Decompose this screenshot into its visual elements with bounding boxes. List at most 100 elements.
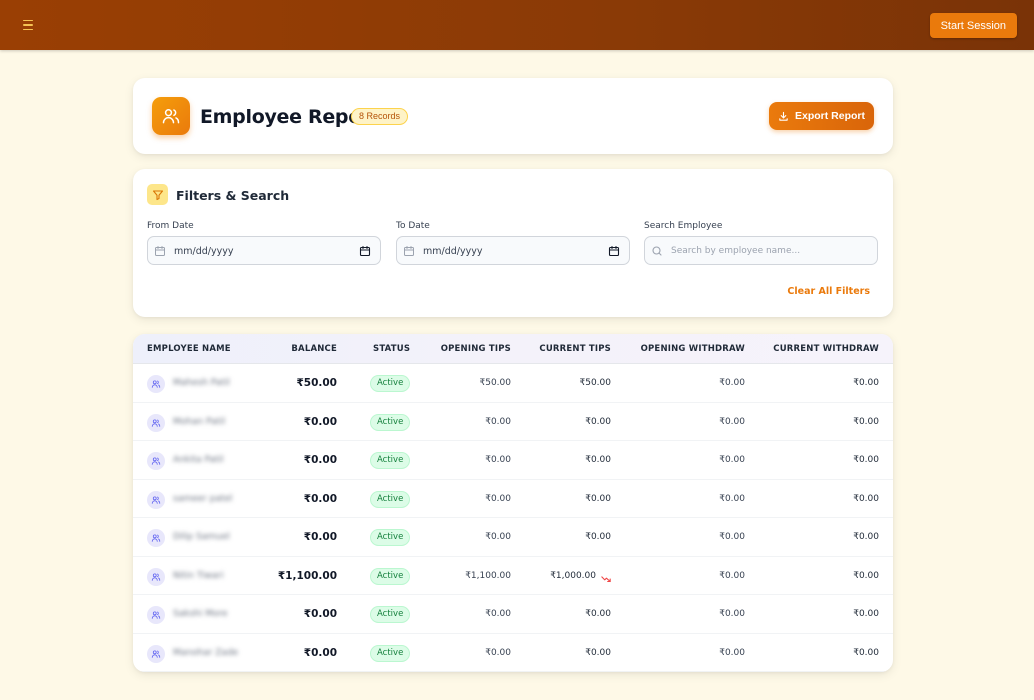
records-count-badge: 8 Records (351, 108, 409, 125)
employee-name: Nitin Tiwari (173, 570, 224, 581)
status-badge: Active (370, 452, 411, 469)
opening-withdraw-cell: ₹0.00 (719, 570, 745, 581)
hamburger-menu-icon[interactable] (18, 16, 38, 34)
balance-cell: ₹0.00 (303, 415, 337, 428)
current-withdraw-cell: ₹0.00 (853, 416, 879, 427)
table-row: Ankita Patil ₹0.00 Active ₹0.00 ₹0.00 ₹0.00 ₹0… (133, 441, 893, 480)
opening-withdraw-cell: ₹0.00 (719, 493, 745, 504)
to-date-label: To Date (396, 221, 430, 231)
current-withdraw-cell: ₹0.00 (853, 609, 879, 619)
employee-name: Ankita Patil (173, 455, 224, 465)
current-tips-cell: ₹1,000.00 (550, 570, 596, 581)
employee-name: Mahesh Patil (173, 378, 230, 388)
opening-withdraw-cell: ₹0.00 (719, 378, 745, 388)
balance-cell: ₹0.00 (303, 531, 337, 543)
current-tips-cell: ₹0.00 (585, 455, 611, 465)
calendar-picker-icon[interactable] (359, 245, 371, 257)
current-tips-cell: ₹0.00 (585, 416, 611, 427)
col-opening-tips: OPENING TIPS (440, 344, 511, 354)
users-icon (147, 606, 165, 624)
current-tips-cell: ₹0.00 (585, 493, 611, 504)
from-date-value: mm/dd/yyyy (174, 246, 234, 257)
export-label: Export Report (794, 110, 865, 122)
current-withdraw-cell: ₹0.00 (853, 532, 879, 542)
status-badge: Active (370, 606, 411, 623)
balance-cell: ₹0.00 (303, 646, 337, 659)
balance-cell: ₹1,100.00 (277, 569, 337, 582)
opening-withdraw-cell: ₹0.00 (719, 647, 745, 658)
current-tips-cell: ₹0.00 (585, 609, 611, 619)
to-date-value: mm/dd/yyyy (423, 246, 483, 257)
download-icon (779, 111, 788, 121)
col-balance: BALANCE (291, 344, 337, 354)
status-badge: Active (370, 490, 411, 508)
table-row: Dilip Samuel ₹0.00 Active ₹0.00 ₹0.00 ₹0.00 ₹0… (133, 518, 893, 557)
employee-name: sameer patel (173, 493, 233, 504)
opening-tips-cell: ₹0.00 (485, 455, 511, 465)
search-icon (652, 246, 662, 256)
calendar-icon (155, 246, 165, 256)
calendar-picker-icon[interactable] (608, 245, 620, 257)
users-icon (147, 375, 165, 393)
from-date-input[interactable]: mm/dd/yyyy (147, 236, 381, 265)
users-icon (147, 452, 165, 470)
col-current-tips: CURRENT TIPS (539, 344, 611, 354)
status-badge: Active (370, 413, 411, 431)
current-withdraw-cell: ₹0.00 (853, 647, 879, 658)
col-opening-withdraw: OPENING WITHDRAW (640, 344, 745, 354)
current-withdraw-cell: ₹0.00 (853, 378, 879, 388)
current-tips-cell: ₹50.00 (579, 378, 612, 388)
table-row: Manohar Zade ₹0.00 Active ₹0.00 ₹0.00 ₹0.00 ₹0… (133, 634, 893, 672)
employee-name: Manohar Zade (173, 647, 239, 658)
opening-tips-cell: ₹1,100.00 (465, 570, 511, 581)
employee-name: Mohan Patil (173, 416, 226, 427)
balance-cell: ₹50.00 (296, 377, 337, 389)
opening-tips-cell: ₹50.00 (479, 378, 512, 388)
to-date-input[interactable]: mm/dd/yyyy (396, 236, 630, 265)
table-row: Sakshi More ₹0.00 Active ₹0.00 ₹0.00 ₹0.00 ₹0.… (133, 595, 893, 634)
users-icon (147, 567, 165, 586)
search-employee-input[interactable]: Search by employee name... (644, 236, 878, 265)
status-badge: Active (370, 644, 411, 662)
balance-cell: ₹0.00 (303, 492, 337, 505)
current-tips-cell: ₹0.00 (585, 647, 611, 658)
opening-tips-cell: ₹0.00 (485, 647, 511, 658)
employee-name: Sakshi More (173, 609, 228, 619)
search-placeholder: Search by employee name... (671, 246, 801, 256)
balance-cell: ₹0.00 (303, 608, 337, 620)
calendar-icon (404, 246, 414, 256)
filters-card: Filters & Search From Date mm/dd/yyyy To… (133, 169, 893, 317)
users-icon (147, 644, 165, 663)
current-withdraw-cell: ₹0.00 (853, 493, 879, 504)
opening-withdraw-cell: ₹0.00 (719, 532, 745, 542)
col-employee-name: EMPLOYEE NAME (147, 344, 231, 354)
clear-all-filters-link[interactable]: Clear All Filters (787, 286, 870, 297)
current-withdraw-cell: ₹0.00 (853, 455, 879, 465)
users-icon (147, 529, 165, 547)
table-row: Mahesh Patil ₹50.00 Active ₹50.00 ₹50.00 ₹0.0… (133, 364, 893, 403)
opening-withdraw-cell: ₹0.00 (719, 609, 745, 619)
status-badge: Active (370, 567, 411, 585)
current-withdraw-cell: ₹0.00 (853, 570, 879, 581)
export-report-button[interactable]: Export Report (769, 102, 874, 130)
search-employee-label: Search Employee (644, 221, 723, 231)
opening-tips-cell: ₹0.00 (485, 609, 511, 619)
status-badge: Active (370, 529, 411, 546)
users-icon (147, 413, 165, 432)
status-badge: Active (370, 375, 411, 392)
users-icon (147, 490, 165, 509)
start-session-button[interactable]: Start Session (929, 13, 1017, 38)
top-bar: Start Session (0, 0, 1034, 50)
opening-tips-cell: ₹0.00 (485, 416, 511, 427)
balance-cell: ₹0.00 (303, 454, 337, 466)
table-row: Mohan Patil ₹0.00 Active ₹0.00 ₹0.00 ₹0.00 ₹0.… (133, 403, 893, 441)
from-date-label: From Date (147, 221, 194, 231)
opening-withdraw-cell: ₹0.00 (719, 455, 745, 465)
table-row: sameer patel ₹0.00 Active ₹0.00 ₹0.00 ₹0.00 ₹0… (133, 480, 893, 518)
current-tips-cell: ₹0.00 (585, 532, 611, 542)
opening-tips-cell: ₹0.00 (485, 493, 511, 504)
opening-withdraw-cell: ₹0.00 (719, 416, 745, 427)
employee-table: EMPLOYEE NAME BALANCE STATUS OPENING TIP… (133, 334, 893, 672)
filters-title: Filters & Search (176, 188, 290, 203)
trending-down-icon (601, 570, 611, 588)
